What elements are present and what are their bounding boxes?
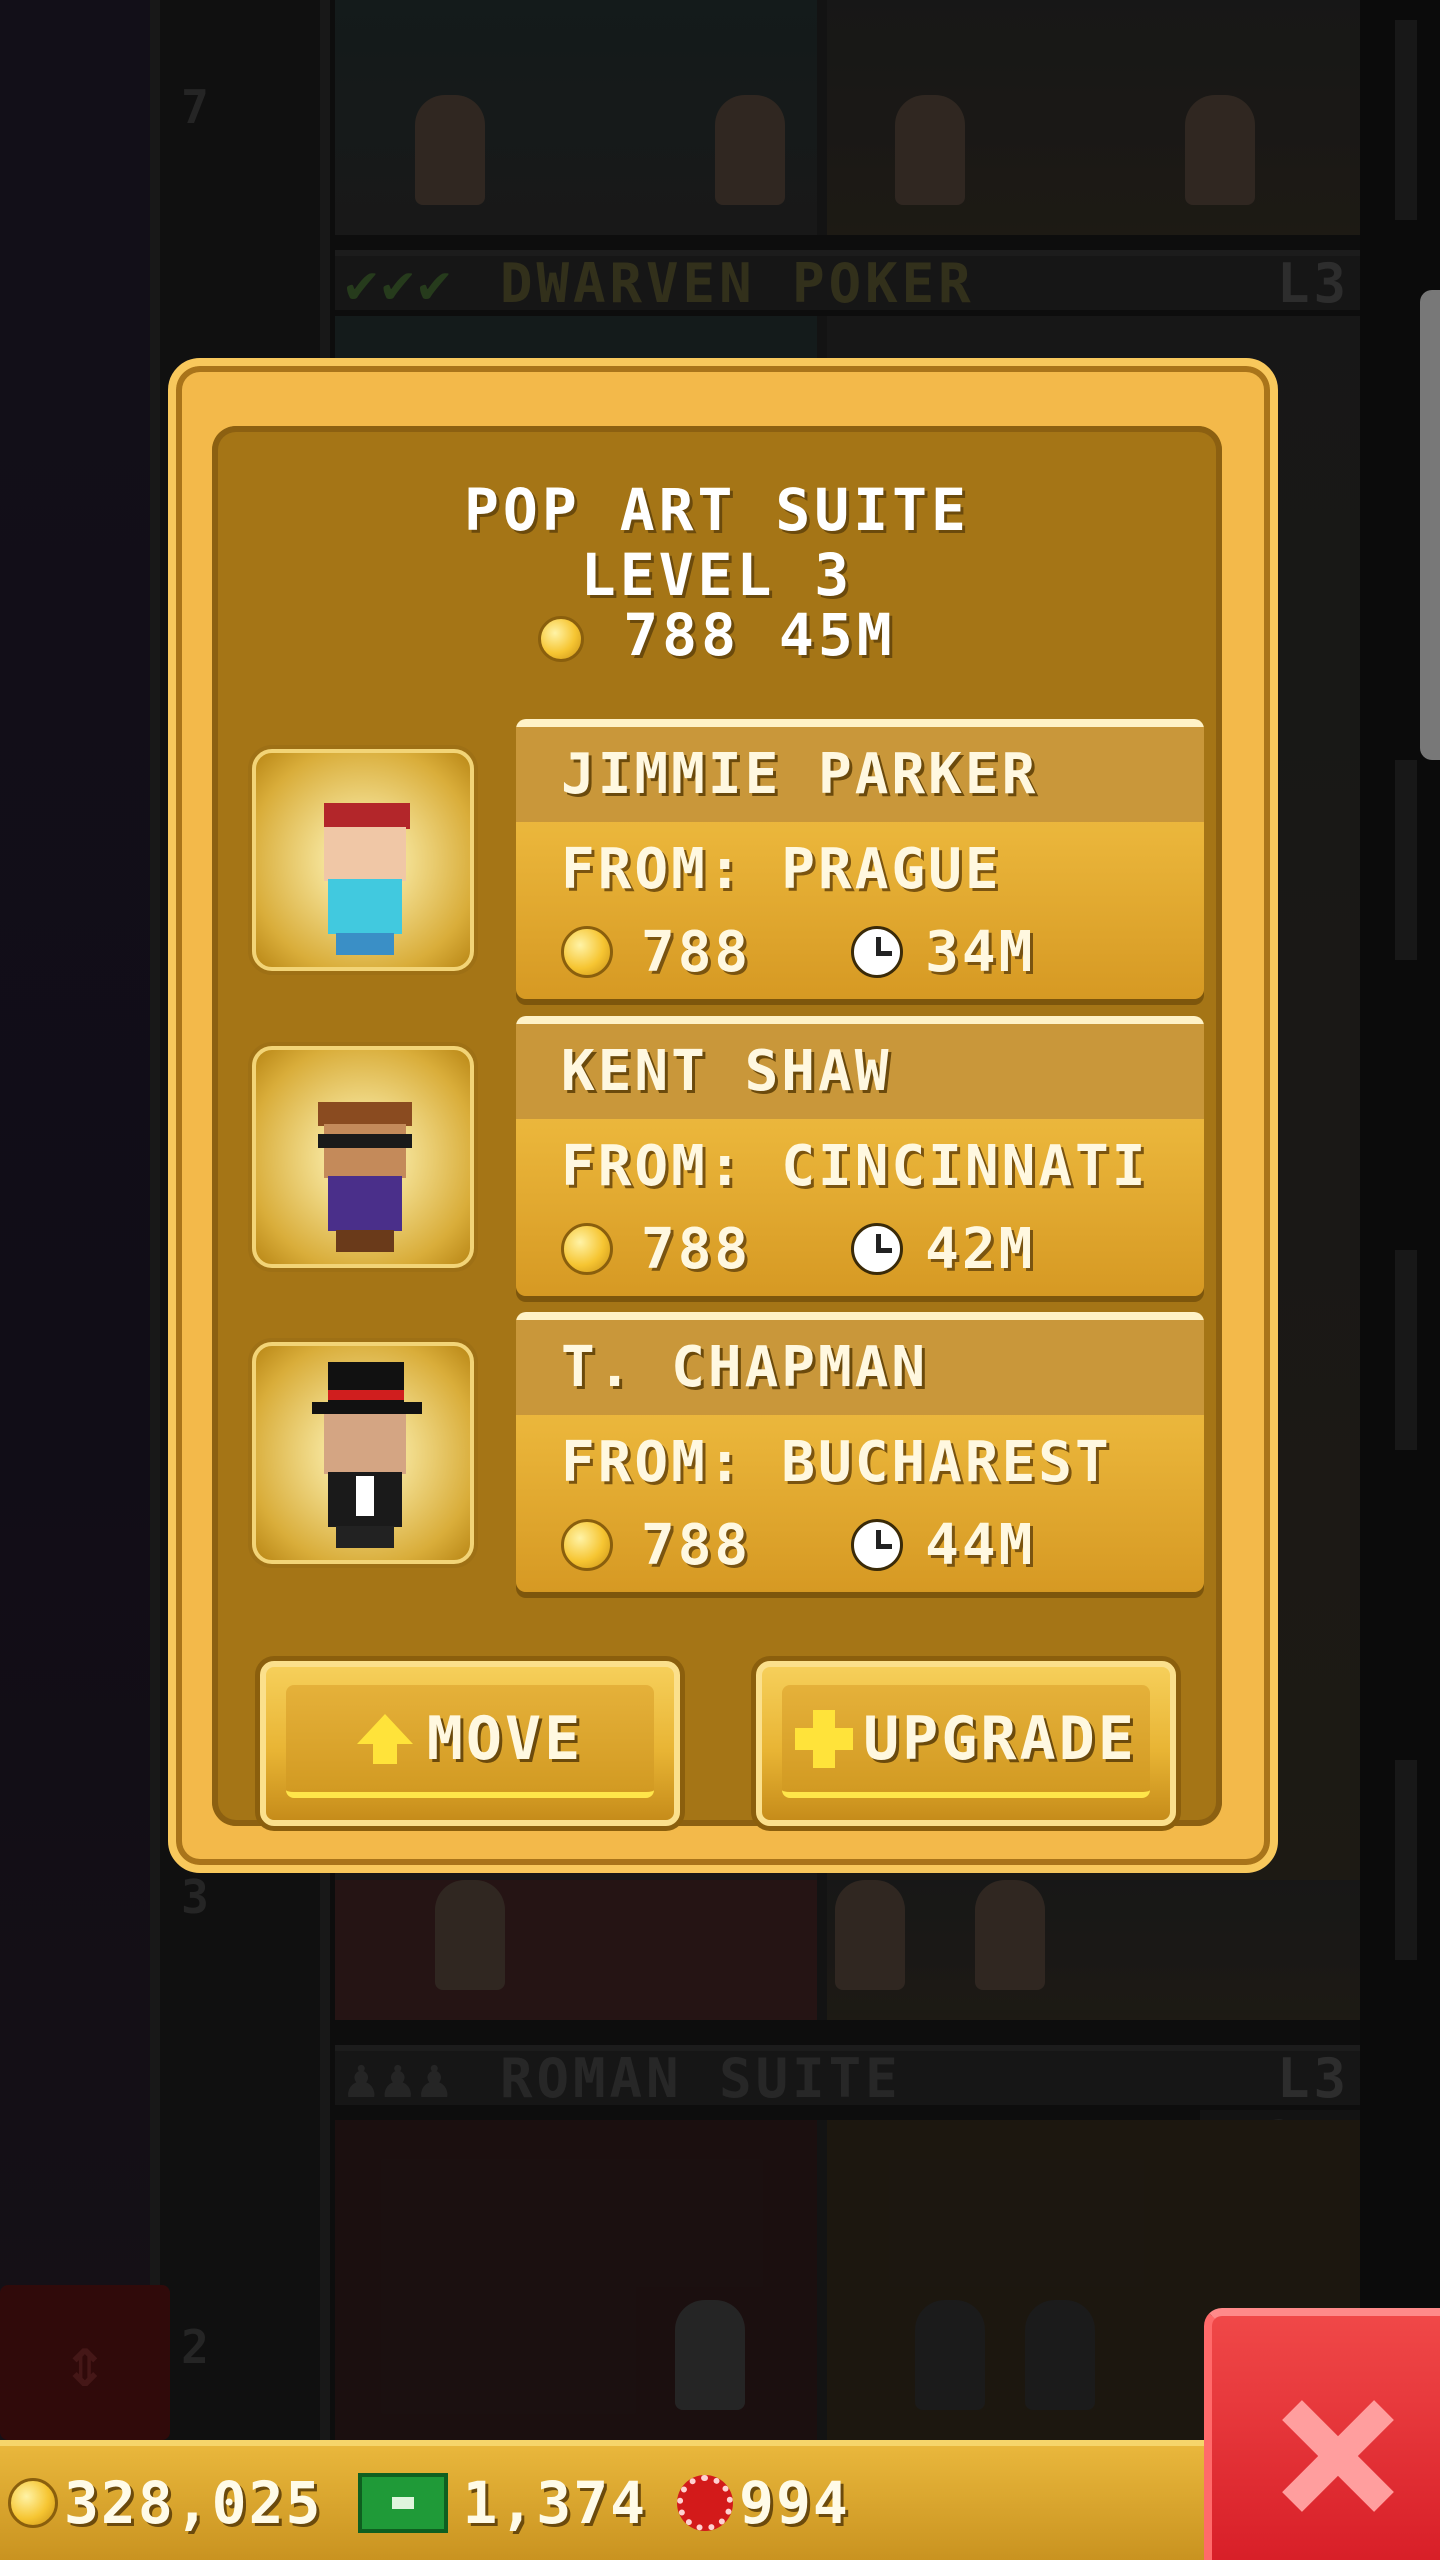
guest-avatar [252,1046,474,1268]
upgrade-button[interactable]: UPGRADE [756,1661,1176,1826]
move-button-face: MOVE [286,1685,654,1798]
clock-icon [851,1223,904,1275]
coin-icon [561,1519,613,1571]
guest-coins: 788 [641,1512,752,1578]
guest-row[interactable]: JIMMIE PARKER FROM: PRAGUE 788 34M [252,719,1212,999]
guest-legs [336,1230,394,1252]
guest-stats: 788 44M [561,1512,1036,1578]
guest-name: JIMMIE PARKER [516,727,1204,822]
move-label: MOVE [426,1703,584,1774]
hat-band [328,1390,404,1400]
close-button[interactable] [1204,2308,1440,2560]
dialog-summary: 788 45M [212,601,1222,669]
guest-coins: 788 [641,919,752,985]
dialog-title: POP ART SUITE [464,476,970,544]
plus-icon [795,1709,854,1768]
hair [324,803,410,829]
guest-origin: FROM: CINCINNATI [561,1134,1149,1199]
guest-legs [336,933,394,955]
upgrade-button-face: UPGRADE [782,1685,1150,1798]
guest-head [324,827,406,881]
guest-stats: 788 42M [561,1216,1036,1282]
guest-coins: 788 [641,1216,752,1282]
dialog-level: LEVEL 3 [580,541,854,609]
guest-row[interactable]: KENT SHAW FROM: CINCINNATI 788 42M [252,1016,1212,1296]
arrow-up-icon [356,1713,413,1764]
guest-body [328,879,402,934]
sunglasses [318,1134,412,1148]
shirt [356,1476,374,1516]
guest-card: KENT SHAW FROM: CINCINNATI 788 42M [516,1016,1204,1296]
floor-info-dialog: POP ART SUITE LEVEL 3 788 45M JIMMIE PAR… [168,358,1278,1873]
guest-avatar [252,1342,474,1564]
guest-row[interactable]: T. CHAPMAN FROM: BUCHAREST 788 44M [252,1312,1212,1592]
dialog-body: POP ART SUITE LEVEL 3 788 45M JIMMIE PAR… [212,426,1222,1826]
guest-head [324,1124,406,1178]
cash-count: 1,374 [462,2469,648,2537]
move-button[interactable]: MOVE [260,1661,680,1826]
guest-body [328,1176,402,1231]
guest-name: KENT SHAW [516,1024,1204,1119]
clock-icon [851,926,904,978]
tower-bux-icon [677,2475,734,2531]
coin-icon [538,615,585,662]
guest-time: 42M [925,1216,1036,1282]
hat-brim [312,1402,422,1414]
guest-name: T. CHAPMAN [516,1320,1204,1415]
summary-text: 788 45M [623,601,896,669]
guest-origin: FROM: PRAGUE [561,837,1002,902]
guest-legs [336,1526,394,1548]
guest-stats: 788 34M [561,919,1036,985]
hat [318,1102,412,1126]
clock-icon [851,1519,904,1571]
guest-avatar [252,749,474,971]
guest-card: JIMMIE PARKER FROM: PRAGUE 788 34M [516,719,1204,999]
guest-time: 44M [925,1512,1036,1578]
guest-card: T. CHAPMAN FROM: BUCHAREST 788 44M [516,1312,1204,1592]
guest-origin: FROM: BUCHAREST [561,1430,1112,1495]
bux-count: 994 [739,2469,850,2537]
close-icon [1282,2401,1392,2511]
coin-icon [8,2478,58,2528]
coin-icon [561,1223,613,1275]
coins-count: 328,025 [64,2469,323,2537]
cash-icon [358,2473,449,2533]
guest-head [324,1414,406,1474]
coin-icon [561,926,613,978]
guest-time: 34M [925,919,1036,985]
upgrade-label: UPGRADE [863,1703,1137,1774]
